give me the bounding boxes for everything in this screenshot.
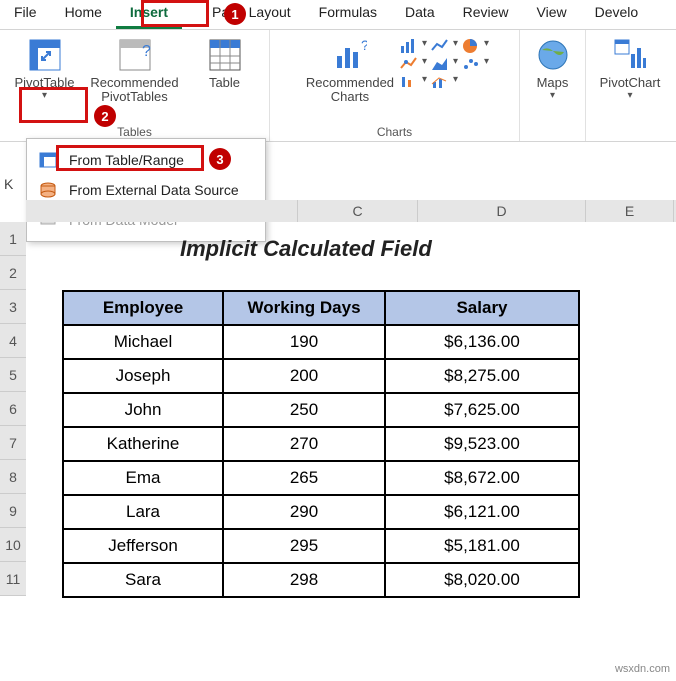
svg-text:?: ? [361,38,367,53]
external-data-icon [37,180,59,200]
tab-view[interactable]: View [523,0,581,29]
svg-text:?: ? [142,43,151,60]
maps-label: Maps [537,76,569,90]
pivottable-button[interactable]: PivotTable ▾ [5,34,85,105]
table-row: Joseph200$8,275.00 [63,359,579,393]
recommended-pivottables-label: Recommended PivotTables [90,76,178,105]
stock-chart-icon[interactable] [400,74,418,90]
row-header[interactable]: 4 [0,324,26,358]
combo-chart-icon[interactable] [431,74,449,90]
ribbon-tabs: File Home Insert Page Layout Formulas Da… [0,0,676,30]
table-row: Ema265$8,672.00 [63,461,579,495]
menu-from-table-range-label: From Table/Range [69,152,184,168]
maps-icon [536,38,570,72]
row-header[interactable]: 7 [0,426,26,460]
pivottable-label: PivotTable [15,76,75,90]
col-header-d[interactable]: D [418,200,586,222]
table-header[interactable]: Salary [385,291,579,325]
data-table: Employee Working Days Salary Michael190$… [62,290,580,598]
table-row: Sara298$8,020.00 [63,563,579,597]
bar-chart-icon[interactable] [400,38,418,54]
row-header[interactable]: 3 [0,290,26,324]
recommended-pivottables-icon: ? [118,38,152,72]
recommended-charts-button[interactable]: ? Recommended Charts [300,34,400,105]
chevron-down-icon[interactable]: ▾ [422,56,427,72]
recommended-charts-label: Recommended Charts [306,76,394,105]
line-chart-icon[interactable] [431,38,449,54]
tab-file[interactable]: File [0,0,51,29]
pivotchart-button[interactable]: PivotChart ▾ [588,34,672,101]
row-header[interactable]: 11 [0,562,26,596]
table-icon [208,38,242,72]
row-header[interactable]: 5 [0,358,26,392]
group-charts-label: Charts [377,125,412,139]
annotation-badge-3: 3 [209,148,231,170]
row-headers: 1 2 3 4 5 6 7 8 9 10 11 [0,222,26,596]
group-tables-label: Tables [117,125,152,139]
table-row: John250$7,625.00 [63,393,579,427]
maps-button[interactable]: Maps ▾ [523,34,583,101]
chevron-down-icon[interactable]: ▾ [453,38,458,54]
sheet-title: Implicit Calculated Field [180,236,432,262]
chevron-down-icon[interactable]: ▾ [453,74,458,90]
table-label: Table [209,76,240,90]
row-header[interactable]: 6 [0,392,26,426]
table-button[interactable]: Table [185,34,265,105]
chevron-down-icon[interactable]: ▾ [484,38,489,54]
chevron-down-icon[interactable]: ▾ [453,56,458,72]
tab-developer[interactable]: Develo [581,0,653,29]
tab-review[interactable]: Review [449,0,523,29]
chevron-down-icon[interactable]: ▾ [422,38,427,54]
pie-chart-icon[interactable] [462,38,480,54]
col-header-c[interactable]: C [298,200,418,222]
tab-insert[interactable]: Insert [116,0,182,29]
menu-from-external-data-label: From External Data Source [69,182,239,198]
annotation-badge-1: 1 [224,3,246,25]
table-row: Lara290$6,121.00 [63,495,579,529]
table-header[interactable]: Working Days [223,291,385,325]
row-header[interactable]: 10 [0,528,26,562]
row-header[interactable]: 8 [0,460,26,494]
recommended-charts-icon: ? [333,38,367,72]
pivottable-icon [28,38,62,72]
chevron-down-icon: ▾ [627,90,632,101]
tab-home[interactable]: Home [51,0,116,29]
col-header-e[interactable]: E [586,200,674,222]
table-range-icon [37,150,59,170]
row-header[interactable]: 9 [0,494,26,528]
table-row: Katherine270$9,523.00 [63,427,579,461]
recommended-pivottables-button[interactable]: ? Recommended PivotTables [85,34,185,105]
chevron-down-icon[interactable]: ▾ [484,56,489,72]
watermark: wsxdn.com [615,663,670,675]
tab-data[interactable]: Data [391,0,449,29]
line-dot-chart-icon[interactable] [400,56,418,72]
column-headers: C D E [26,200,676,222]
area-chart-icon[interactable] [431,56,449,72]
pivotchart-label: PivotChart [600,76,661,90]
row-header[interactable]: 1 [0,222,26,256]
table-header[interactable]: Employee [63,291,223,325]
chevron-down-icon[interactable]: ▾ [422,74,427,90]
table-row: Jefferson295$5,181.00 [63,529,579,563]
row-header[interactable]: 2 [0,256,26,290]
chevron-down-icon: ▾ [550,90,555,101]
annotation-badge-2: 2 [94,105,116,127]
name-box[interactable]: K [0,174,26,194]
worksheet[interactable]: C D E 1 2 3 4 5 6 7 8 9 10 11 Implicit C… [0,200,676,681]
tab-formulas[interactable]: Formulas [305,0,391,29]
table-row: Michael190$6,136.00 [63,325,579,359]
chevron-down-icon: ▾ [42,90,47,101]
pivotchart-icon [613,38,647,72]
scatter-chart-icon[interactable] [462,56,480,72]
